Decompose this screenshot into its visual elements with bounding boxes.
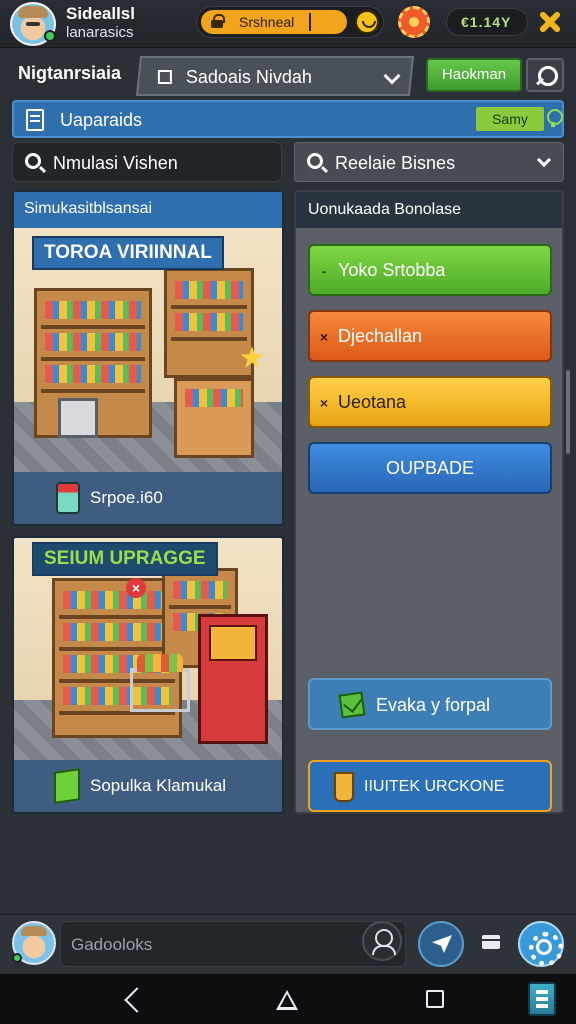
close-icon[interactable] <box>536 8 564 36</box>
option-button-3[interactable]: × Ueotana <box>308 376 552 428</box>
top-search-field[interactable]: Srshneal <box>201 10 347 34</box>
action-button[interactable]: Evaka y forpal <box>308 678 552 730</box>
online-status-icon <box>44 30 56 42</box>
card-footer: Sopulka Klamukal <box>14 760 282 812</box>
mail-icon <box>338 691 366 719</box>
final-label: IIUITEK URCKONE <box>364 778 505 795</box>
shopping-cart <box>130 654 190 712</box>
option-label: Ueotana <box>338 392 407 412</box>
card-banner: TOROA VIRIINNAL <box>32 236 224 270</box>
option-mark: × <box>319 329 329 345</box>
upgrade-button[interactable]: Haokman <box>426 58 522 92</box>
alert-badge: × <box>126 578 146 598</box>
settings-icon[interactable] <box>518 921 564 967</box>
currency-amount: €1.14Y <box>461 14 512 30</box>
top-search-text: Srshneal <box>239 14 295 30</box>
user-subtitle: lanarasics <box>66 24 134 41</box>
user-search-icon[interactable] <box>362 921 402 961</box>
document-icon <box>26 109 44 131</box>
send-icon[interactable] <box>418 921 464 967</box>
store-selector[interactable]: Sadoais Nivdah <box>135 56 415 96</box>
app-icon[interactable] <box>528 982 556 1016</box>
card-banner: SEIUM UPRAGGE <box>32 542 218 576</box>
kiosk <box>198 614 268 744</box>
top-bar: Sideallsl lanarasics Srshneal €1.14Y <box>0 0 576 48</box>
card-footer-label: Srpoe.i60 <box>90 488 163 507</box>
can-icon <box>56 482 80 514</box>
option-label: Djechallan <box>338 326 423 346</box>
option-button-1[interactable]: - Yoko Srtobba <box>308 244 552 296</box>
search-icon <box>307 153 323 169</box>
recents-icon[interactable] <box>426 990 444 1008</box>
lock-icon <box>211 14 225 28</box>
scrollbar[interactable] <box>566 370 570 454</box>
filter-value: Reelaie Bisnes <box>335 153 456 173</box>
cup-icon <box>334 772 354 802</box>
card-footer-label: Sopulka Klamukal <box>90 776 227 795</box>
back-icon[interactable] <box>124 987 150 1013</box>
panel-upgrade-button[interactable]: OUPBADE <box>308 442 552 494</box>
card-illustration: × SEIUM UPRAGGE <box>14 538 282 760</box>
search-value: Nmulasi Vishen <box>53 153 178 173</box>
store-card-1[interactable]: Simukasitblsansai TOROA VIRIINNAL Srpoe.… <box>12 190 284 526</box>
wrench-icon[interactable] <box>526 58 564 92</box>
user-info: Sideallsl lanarasics <box>66 4 135 42</box>
option-button-2[interactable]: × Djechallan <box>308 310 552 362</box>
produce-stand <box>174 378 254 458</box>
text-caret <box>309 13 311 31</box>
panel-title: Uonukaada Bonolase <box>296 192 562 228</box>
card-footer: Srpoe.i60 <box>14 472 282 524</box>
user-name: Sideallsl <box>66 4 135 23</box>
save-button[interactable]: Samy <box>476 107 544 131</box>
store-card-2[interactable]: × SEIUM UPRAGGE Sopulka Klamukal <box>12 536 284 814</box>
chat-bar: Gadooloks <box>0 914 576 972</box>
search-icon <box>25 153 41 169</box>
shelf-unit <box>164 268 254 378</box>
final-button[interactable]: IIUITEK URCKONE <box>308 760 552 812</box>
option-label: Yoko Srtobba <box>338 260 446 280</box>
store-selector-label: Sadoais Nivdah <box>185 67 312 87</box>
card-icon[interactable] <box>482 935 500 949</box>
section-title: Uaparaids <box>60 110 143 130</box>
chat-input[interactable]: Gadooloks <box>60 921 406 967</box>
register-counter <box>58 398 98 438</box>
chevron-down-icon <box>383 67 401 85</box>
top-search-pill[interactable]: Srshneal <box>196 6 384 38</box>
option-mark: × <box>319 395 329 411</box>
card-header: Simukasitblsansai <box>14 192 282 228</box>
section-bar: Uaparaids Samy <box>12 100 564 138</box>
chevron-down-icon <box>536 152 552 168</box>
filter-select[interactable]: Reelaie Bisnes <box>294 142 564 182</box>
nav-row: Nigtanrsiaia Sadoais Nivdah Haokman <box>0 52 576 98</box>
bulb-icon[interactable] <box>546 109 563 127</box>
options-panel: Uonukaada Bonolase - Yoko Srtobba × Djecha… <box>294 190 564 814</box>
smile-icon[interactable] <box>355 10 379 34</box>
card-illustration: TOROA VIRIINNAL <box>14 228 282 472</box>
action-label: Evaka y forpal <box>376 695 491 715</box>
store-icon <box>157 70 172 84</box>
gear-icon[interactable] <box>398 6 430 38</box>
online-status-icon <box>12 953 22 963</box>
search-input[interactable]: Nmulasi Vishen <box>12 142 282 182</box>
system-nav-bar <box>0 974 576 1024</box>
option-mark: - <box>321 263 327 279</box>
box-icon <box>54 768 80 804</box>
chat-placeholder: Gadooloks <box>71 935 153 954</box>
nav-title: Nigtanrsiaia <box>18 63 122 83</box>
home-icon[interactable] <box>276 990 298 1010</box>
currency-display: €1.14Y <box>446 8 528 36</box>
